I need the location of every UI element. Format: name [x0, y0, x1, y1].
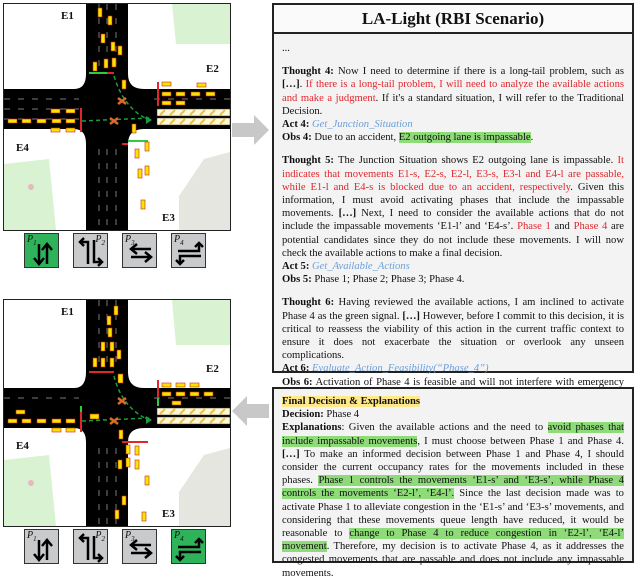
act-label: Act 6:: [282, 363, 310, 375]
obs-5: Obs 5: Phase 1; Phase 2; Phase 3; Phase …: [282, 273, 624, 286]
act-label: Act 5:: [282, 261, 310, 273]
phase-3-east-west-straight-icon: [129, 243, 153, 263]
reasoning-body: ... Thought 4: Now I need to determine i…: [274, 34, 632, 429]
emphasized-text: Phase 1: [517, 221, 551, 233]
action-name: Evaluate_Action_Feasibility(“Phase_4”): [312, 363, 489, 375]
phase-selector-after: P1 P2 P3 P4: [24, 529, 206, 564]
act-4: Act 4: Get_Junction_Situation: [282, 118, 624, 131]
thought-text: Now I need to determine if there is a lo…: [333, 66, 624, 78]
explanation-text: : Given the available actions and the ne…: [341, 422, 548, 434]
phase-1-button[interactable]: P1: [24, 233, 59, 268]
thought-text: and: [550, 221, 574, 233]
decision-panel: Final Decision & Explanations Decision: …: [272, 387, 634, 579]
phase-2-north-south-left-icon: [78, 237, 104, 267]
act-5: Act 5: Get_Available_Actions: [282, 260, 624, 273]
act-6: Act 6: Evaluate_Action_Feasibility(“Phas…: [282, 362, 624, 375]
edge-label-e4: E4: [16, 440, 29, 452]
edge-label-e3: E3: [162, 508, 175, 520]
thought-label: Thought 4:: [282, 66, 334, 78]
action-name: Get_Junction_Situation: [312, 119, 413, 131]
obs-4: Obs 4: Due to an accident, E2 outgoing l…: [282, 131, 624, 144]
phase-3-button[interactable]: P3: [122, 233, 157, 268]
left-arrow-icon: [232, 396, 269, 426]
phase-1-button[interactable]: P1: [24, 529, 59, 564]
decision-title: Final Decision & Explanations: [282, 396, 421, 407]
ellipsis: ...: [282, 43, 290, 54]
phase-4-east-west-left-icon: [175, 241, 204, 266]
phase-2-north-south-left-icon: [78, 533, 104, 563]
phase-1-north-south-straight-icon: [33, 538, 53, 562]
decision-label: Decision:: [282, 409, 324, 421]
obs-text: Phase 1; Phase 2; Phase 3; Phase 4.: [311, 274, 465, 286]
act-label: Act 4:: [282, 119, 310, 131]
park-area: [4, 455, 56, 526]
emphasized-text: Phase 4: [573, 221, 608, 233]
thought-6: Thought 6: Having reviewed the available…: [282, 296, 624, 362]
phase-selector-before: P1 P2 P3 P4: [24, 233, 206, 268]
explanations-label: Explanations: [282, 422, 342, 434]
park-area: [172, 4, 230, 44]
highlighted-text: E2 outgoing lane is impassable: [398, 132, 531, 144]
phase-4-east-west-left-icon: [175, 537, 204, 562]
edge-label-e1: E1: [61, 10, 74, 22]
phase-4-button[interactable]: P4: [171, 233, 206, 268]
decision-body: Final Decision & Explanations Decision: …: [274, 389, 632, 584]
reasoning-panel: LA-Light (RBI Scenario) ... Thought 4: N…: [272, 3, 634, 424]
panel-title: LA-Light (RBI Scenario): [274, 5, 632, 34]
thought-4: Thought 4: Now I need to determine if th…: [282, 65, 624, 118]
park-area: [4, 159, 56, 230]
phase-2-button[interactable]: P2: [73, 529, 108, 564]
explanations: Explanations: Given the available action…: [282, 421, 624, 579]
omission-marker: […]: [282, 448, 300, 460]
thought-label: Thought 5:: [282, 155, 334, 167]
edge-label-e2: E2: [206, 63, 219, 75]
decision-header: Final Decision & Explanations: [282, 395, 624, 408]
intersection-drawing: [4, 4, 230, 230]
obs-text: .: [530, 132, 534, 144]
decision-line: Decision: Phase 4: [282, 408, 624, 421]
edge-label-e1: E1: [61, 306, 74, 318]
phase-4-button[interactable]: P4: [171, 529, 206, 564]
decision-value: Phase 4: [323, 409, 360, 421]
obs-text: Due to an accident,: [311, 132, 399, 144]
edge-label-e2: E2: [206, 363, 219, 375]
right-arrow-icon: [232, 115, 269, 145]
action-name: Get_Available_Actions: [312, 261, 410, 273]
omission-marker: […]: [282, 79, 300, 91]
intersection-map-after: E1 E2 E3 E4: [3, 299, 231, 527]
thought-5: Thought 5: The Junction Situation shows …: [282, 154, 624, 260]
obs-label: Obs 4:: [282, 132, 312, 144]
phase-3-button[interactable]: P3: [122, 529, 157, 564]
thought-text: The Junction Situation shows E2 outgoing…: [333, 155, 618, 167]
phase-3-east-west-straight-icon: [129, 539, 153, 559]
omission-marker: […]: [402, 310, 420, 322]
edge-label-e3: E3: [162, 212, 175, 224]
park-area: [172, 300, 230, 345]
omission-marker: […]: [338, 208, 357, 220]
obs-label: Obs 5:: [282, 274, 312, 286]
edge-label-e4: E4: [16, 142, 29, 154]
intersection-map-before: E1 E2 E3 E4: [3, 3, 231, 231]
explanation-text: . Therefore, my decision is to activate …: [282, 541, 624, 579]
phase-1-north-south-straight-icon: [33, 242, 53, 266]
explanation-text: , I must choose between Phase 1 and Phas…: [417, 435, 624, 447]
thought-label: Thought 6:: [282, 297, 335, 309]
intersection-drawing: [4, 300, 230, 526]
phase-2-button[interactable]: P2: [73, 233, 108, 268]
